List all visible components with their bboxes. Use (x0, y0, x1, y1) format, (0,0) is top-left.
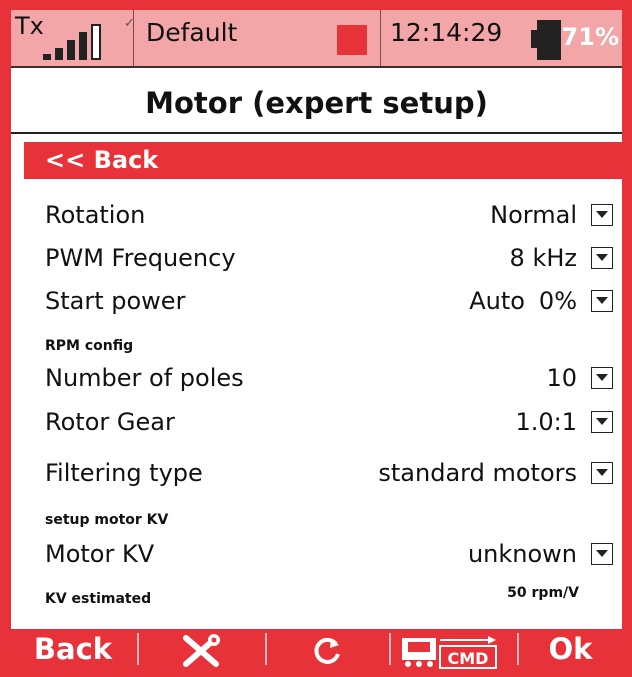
back-label: << Back (45, 146, 159, 174)
number-of-poles-label: Number of poles (45, 364, 244, 392)
transmitter-cmd-icon: CMD (402, 636, 497, 669)
motor-kv-value: unknown (467, 540, 577, 568)
rotation-value: Normal (490, 201, 577, 229)
pwm-frequency-value: 8 kHz (509, 244, 577, 272)
setting-pwm-frequency[interactable]: PWM Frequency 8 kHz (45, 244, 617, 282)
setting-rotor-gear[interactable]: Rotor Gear 1.0:1 (45, 408, 617, 446)
rpm-config-heading: RPM config (45, 338, 134, 354)
number-of-poles-value: 10 (546, 364, 577, 392)
setting-filtering-type[interactable]: Filtering type standard motors (45, 459, 617, 497)
setting-rotation[interactable]: Rotation Normal (45, 201, 617, 239)
dropdown-arrow-icon[interactable] (591, 247, 613, 269)
status-bar: Tx ✓ Default 12:14:29 71% (11, 10, 622, 68)
rotation-label: Rotation (45, 201, 146, 229)
rotor-gear-label: Rotor Gear (45, 408, 175, 436)
setup-motor-kv-heading: setup motor KV (45, 512, 169, 528)
filtering-type-value: standard motors (378, 459, 577, 487)
setting-motor-kv[interactable]: Motor KV unknown (45, 540, 617, 578)
stop-icon (337, 25, 367, 55)
wrench-screwdriver-icon (183, 634, 220, 667)
cmd-label: CMD (448, 649, 489, 668)
dropdown-arrow-icon[interactable] (591, 462, 613, 484)
pwm-frequency-label: PWM Frequency (45, 244, 236, 272)
kv-estimated-label: KV estimated (45, 591, 152, 607)
start-power-mode: Auto (469, 287, 525, 315)
refresh-button[interactable] (267, 629, 387, 669)
setting-start-power[interactable]: Start power Auto 0% (45, 287, 617, 325)
clock-time: 12:14:29 (390, 18, 503, 47)
model-name[interactable]: Default (146, 18, 237, 47)
tx-label: Tx (15, 12, 44, 40)
filtering-type-label: Filtering type (45, 459, 203, 487)
dropdown-arrow-icon[interactable] (591, 411, 613, 433)
motor-kv-label: Motor KV (45, 540, 155, 568)
dropdown-arrow-icon[interactable] (591, 543, 613, 565)
rotor-gear-value: 1.0:1 (515, 408, 577, 436)
back-button[interactable]: Back (11, 629, 135, 669)
cmd-button[interactable]: CMD (391, 629, 515, 669)
signal-strength-icon (41, 20, 121, 60)
setting-number-of-poles[interactable]: Number of poles 10 (45, 364, 617, 402)
title-divider (11, 132, 622, 134)
kv-estimated-value: 50 rpm/V (507, 585, 579, 601)
page-title: Motor (expert setup) (145, 86, 488, 120)
battery-percent: 71% (561, 23, 619, 51)
start-power-label: Start power (45, 287, 186, 315)
back-menu-item[interactable]: << Back (24, 142, 622, 179)
dropdown-arrow-icon[interactable] (591, 204, 613, 226)
start-power-value: 0% (538, 287, 577, 315)
tools-button[interactable] (139, 629, 263, 669)
dropdown-arrow-icon[interactable] (591, 367, 613, 389)
dropdown-arrow-icon[interactable] (591, 290, 613, 312)
refresh-icon (314, 637, 340, 664)
ok-button[interactable]: Ok (519, 629, 622, 669)
bottom-button-bar: Back CMD Ok (11, 629, 622, 669)
battery-icon: 71% (531, 20, 621, 60)
